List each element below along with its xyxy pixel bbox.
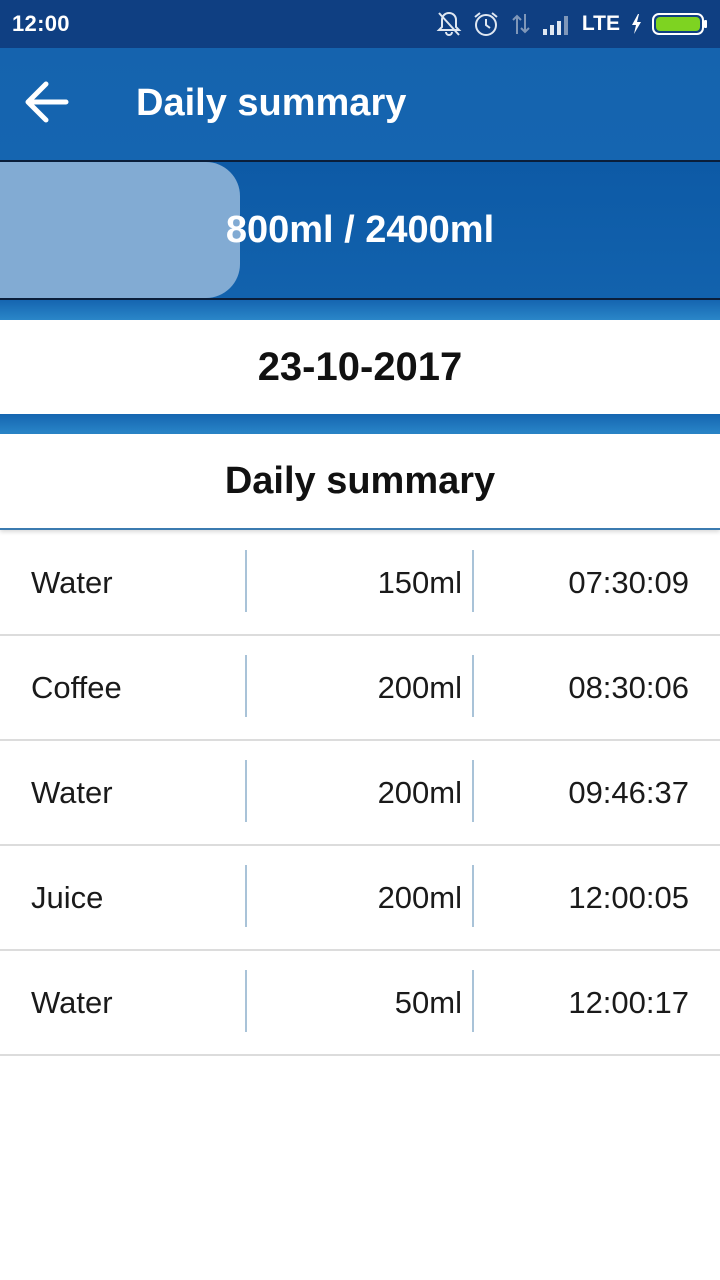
column-divider — [472, 550, 474, 612]
battery-icon — [652, 12, 708, 36]
drink-type: Water — [31, 564, 113, 600]
drink-time: 08:30:06 — [568, 669, 689, 705]
status-time: 12:00 — [12, 11, 70, 36]
intake-progress-bar: 800ml / 2400ml — [0, 160, 720, 300]
alarm-icon — [472, 10, 500, 38]
drink-type: Water — [31, 774, 113, 810]
data-arrows-icon — [510, 12, 532, 36]
drink-time: 12:00:05 — [568, 879, 689, 915]
status-bar: 12:00 LTE — [0, 0, 720, 48]
drink-time: 07:30:09 — [568, 564, 689, 600]
drink-type: Water — [31, 984, 113, 1020]
charging-icon — [630, 13, 642, 35]
column-divider — [245, 865, 247, 927]
entries-list: Water 150ml 07:30:09 Coffee 200ml 08:30:… — [0, 531, 720, 1056]
column-divider — [245, 655, 247, 717]
list-item[interactable]: Coffee 200ml 08:30:06 — [0, 636, 720, 741]
drink-amount: 150ml — [377, 564, 462, 600]
column-divider — [245, 970, 247, 1032]
drink-amount: 200ml — [377, 879, 462, 915]
progress-label: 800ml / 2400ml — [225, 208, 495, 251]
list-item[interactable]: Water 50ml 12:00:17 — [0, 951, 720, 1056]
status-icons: LTE — [436, 8, 708, 40]
arrow-left-icon — [22, 80, 70, 129]
summary-title: Daily summary — [0, 434, 720, 530]
app-bar: Daily summary — [0, 48, 720, 160]
separator — [0, 414, 720, 434]
list-item[interactable]: Juice 200ml 12:00:05 — [0, 846, 720, 951]
column-divider — [472, 760, 474, 822]
column-divider — [472, 655, 474, 717]
drink-type: Coffee — [31, 669, 122, 705]
column-divider — [245, 760, 247, 822]
column-divider — [245, 550, 247, 612]
page-title: Daily summary — [136, 82, 407, 124]
back-button[interactable] — [14, 72, 78, 136]
signal-icon — [542, 13, 572, 35]
drink-amount: 200ml — [377, 669, 462, 705]
column-divider — [472, 865, 474, 927]
drink-time: 09:46:37 — [568, 774, 689, 810]
list-item[interactable]: Water 150ml 07:30:09 — [0, 531, 720, 636]
separator — [0, 300, 720, 320]
bell-muted-icon — [436, 10, 462, 38]
column-divider — [472, 970, 474, 1032]
date-label: 23-10-2017 — [0, 320, 720, 414]
drink-time: 12:00:17 — [568, 984, 689, 1020]
drink-type: Juice — [31, 879, 104, 915]
drink-amount: 200ml — [377, 774, 462, 810]
list-item[interactable]: Water 200ml 09:46:37 — [0, 741, 720, 846]
network-type: LTE — [581, 12, 620, 35]
drink-amount: 50ml — [394, 984, 462, 1020]
